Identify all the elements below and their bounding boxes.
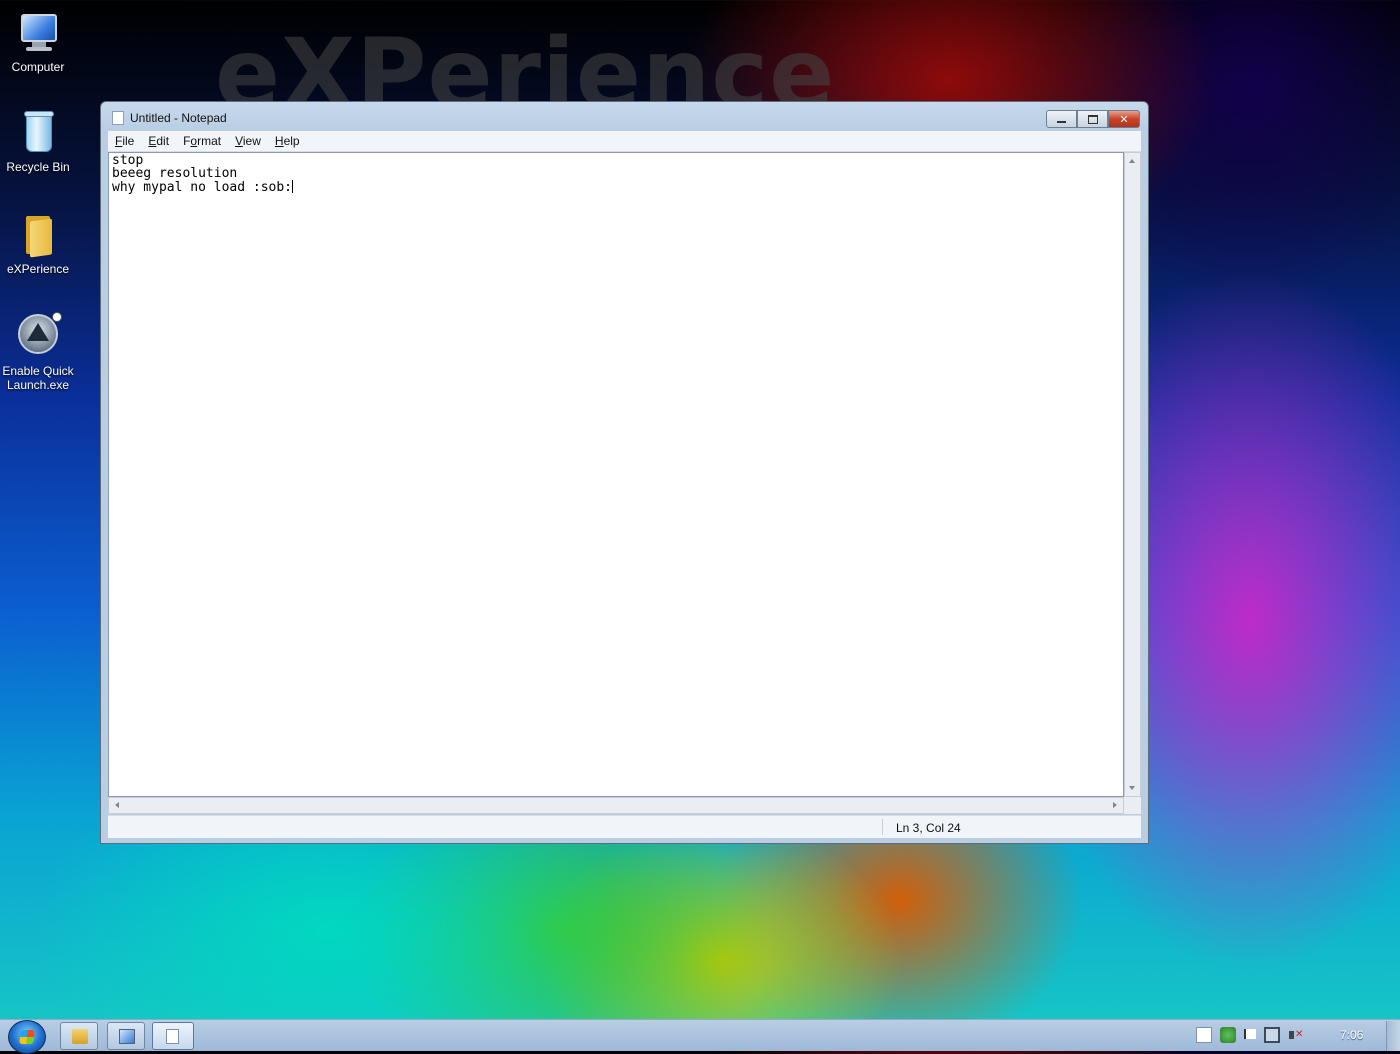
maximize-icon [1087,114,1098,124]
taskbar: 7:06 [0,1019,1400,1054]
menu-view[interactable]: View [228,134,268,148]
windows-logo-icon [19,1030,35,1044]
title-bar[interactable]: Untitled - Notepad ✕ [101,102,1148,130]
start-button[interactable] [8,1020,46,1054]
text-line: beeeg resolution [112,166,238,181]
minimize-icon [1057,121,1066,123]
network-icon[interactable] [1264,1027,1280,1043]
notepad-app-icon[interactable] [112,111,124,125]
notepad-taskbar-button[interactable] [152,1022,194,1050]
caption-buttons: ✕ [1046,110,1140,128]
notepad-window: Untitled - Notepad ✕ File Edit Format Vi… [100,101,1149,844]
scroll-left-arrow-icon[interactable] [115,802,119,808]
volume-muted-icon[interactable] [1288,1027,1304,1043]
system-tray [1196,1027,1304,1043]
taskbar-clock[interactable]: 7:06 [1340,1028,1363,1042]
desktop-icon-label-line1: Enable Quick [2,364,74,378]
horizontal-scrollbar[interactable] [108,797,1124,814]
scrollbar-corner [1124,797,1141,814]
maximize-button[interactable] [1077,110,1108,128]
desktop-icon-experience-folder[interactable]: eXPerience [0,210,76,276]
security-icon[interactable] [1220,1027,1236,1043]
desktop-icon-label: Recycle Bin [6,160,70,174]
vertical-scrollbar[interactable] [1124,152,1141,797]
close-icon: ✕ [1119,112,1129,126]
text-line-with-caret: why mypal no load :sob: [112,180,294,195]
window-title: Untitled - Notepad [130,111,227,125]
text-content[interactable]: stop beeeg resolution why mypal no load :s… [112,154,294,195]
desktop-icon-enable-quick-launch[interactable]: Enable Quick Launch.exe [0,312,76,392]
menu-help[interactable]: Help [268,134,307,148]
close-button[interactable]: ✕ [1108,110,1140,128]
minimize-button[interactable] [1046,110,1077,128]
notepad-icon [166,1029,179,1044]
cursor-position: Ln 3, Col 24 [896,821,961,835]
text-line: why mypal no load :sob: [112,180,293,195]
quick-launch-icon [14,312,62,360]
recycle-bin-icon [14,108,62,156]
action-center-flag-icon[interactable] [1244,1029,1256,1039]
explorer-button[interactable] [60,1022,98,1050]
desktop-icon-recycle-bin[interactable]: Recycle Bin [0,108,76,174]
scroll-right-arrow-icon[interactable] [1113,802,1117,808]
folder-icon [72,1029,88,1044]
remote-desktop-button[interactable] [107,1022,145,1050]
document-icon[interactable] [1196,1027,1212,1043]
remote-desktop-icon [119,1029,135,1044]
folder-icon [14,210,62,258]
desktop-icon-label: Computer [11,60,65,74]
desktop-icon-label: eXPerience [6,262,70,276]
status-separator [882,819,883,835]
text-editor-area[interactable]: stop beeeg resolution why mypal no load :s… [108,152,1124,797]
desktop-icon-computer[interactable]: Computer [0,8,76,74]
menu-format[interactable]: Format [176,134,228,148]
menu-edit[interactable]: Edit [141,134,176,148]
show-desktop-button[interactable] [1386,1021,1400,1051]
scroll-up-arrow-icon[interactable] [1129,159,1135,163]
menu-bar: File Edit Format View Help [108,131,1141,152]
text-caret [292,180,294,193]
status-bar: Ln 3, Col 24 [108,815,1141,838]
menu-file[interactable]: File [108,134,141,148]
scroll-down-arrow-icon[interactable] [1129,786,1135,790]
computer-icon [14,8,62,56]
desktop-icon-label-line2: Launch.exe [6,378,70,392]
